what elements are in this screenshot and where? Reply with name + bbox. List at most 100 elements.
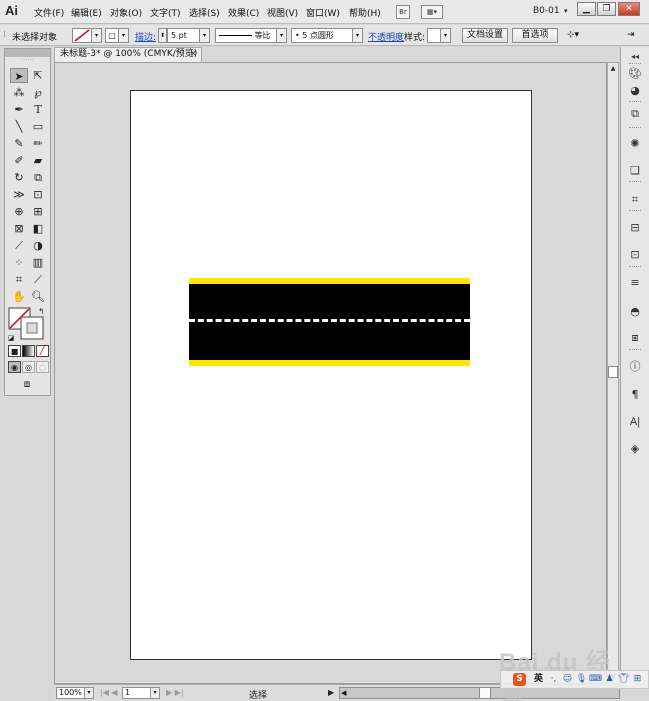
transparency-icon[interactable]: ⓘ [627,360,643,374]
menu-help[interactable]: 帮助(H) [349,6,381,19]
restore-button[interactable]: ❐ [597,2,616,16]
rectangle-tool-icon[interactable]: ▭ [29,119,47,134]
canvas[interactable] [54,62,607,684]
style-swatch[interactable] [427,28,441,43]
align-icon[interactable]: ⊡ [627,248,643,262]
road-center-dashed-line[interactable] [189,319,470,322]
symbol-sprayer-tool-icon[interactable]: ⁘ [10,255,28,270]
tools-panel-header[interactable] [5,49,50,57]
mesh-tool-icon[interactable]: ⊠ [10,221,28,236]
tools-panel-grip[interactable]: ······ [5,57,50,67]
artboard-number-field[interactable]: 1 [122,687,151,699]
arrange-documents-icon[interactable]: ▦▾ [421,5,443,19]
menu-type[interactable]: 文字(T) [150,6,181,19]
perspective-grid-tool-icon[interactable]: ⊞ [29,204,47,219]
swatches-icon[interactable]: ⧉ [627,107,643,121]
stroke-dropdown[interactable]: ▾ [118,28,129,43]
pencil-tool-icon[interactable]: ✏ [29,136,47,151]
lasso-tool-icon[interactable]: ℘ [29,85,47,100]
artboard-dropdown[interactable]: ▾ [150,687,160,699]
ime-language-toggle[interactable]: 英 [532,673,545,686]
menu-edit[interactable]: 编辑(E) [71,6,102,19]
blob-brush-tool-icon[interactable]: ✐ [10,153,28,168]
fill-swatch[interactable] [72,28,92,43]
brush-definition[interactable]: • 5 点圆形 [291,28,353,43]
gradient-panel-icon[interactable]: ⧆ [627,331,643,345]
panel-menu-icon[interactable]: ⇥ [627,30,635,40]
zoom-field[interactable]: 100% [56,687,85,699]
artboard-tool-icon[interactable]: ⌗ [10,272,28,287]
draw-inside-icon[interactable]: ◌ [36,361,49,373]
eyedropper-tool-icon[interactable]: ⟋ [10,238,28,253]
direct-selection-tool-icon[interactable]: ⇱ [29,68,47,83]
width-tool-icon[interactable]: ≫ [10,187,28,202]
scroll-up-icon[interactable]: ▲ [608,63,618,74]
menu-view[interactable]: 视图(V) [267,6,298,19]
stroke-icon[interactable]: ◓ [627,305,643,319]
magic-wand-tool-icon[interactable]: ⁂ [10,85,28,100]
stroke-swatch[interactable]: □ [105,28,119,43]
style-dropdown[interactable]: ▾ [440,28,451,43]
scale-tool-icon[interactable]: ⧉ [29,170,47,185]
menu-object[interactable]: 对象(O) [110,6,142,19]
fill-dropdown[interactable]: ▾ [91,28,102,43]
menu-file[interactable]: 文件(F) [34,6,64,19]
type-tool-icon[interactable]: T [29,102,47,117]
scroll-left-icon[interactable]: ◀ [341,688,346,698]
voice-icon[interactable]: 🎙︎ [575,673,588,686]
document-setup-button[interactable]: 文档设置 [462,28,508,43]
variable-width-profile[interactable]: 等比 [215,28,277,43]
skin-icon[interactable]: 👕︎ [617,673,630,686]
menu-effect[interactable]: 效果(C) [228,6,259,19]
zoom-dropdown[interactable]: ▾ [84,687,94,699]
eraser-tool-icon[interactable]: ▰ [29,153,47,168]
emoji-icon[interactable]: ☺ [561,673,574,686]
first-artboard-icon[interactable]: |◀ ◀ [100,688,118,697]
transform-options-icon[interactable]: ⊹▾ [567,30,579,40]
paintbrush-tool-icon[interactable]: ✎ [10,136,28,151]
pathfinder-icon[interactable]: ≡ [627,276,643,290]
gradient-mode-icon[interactable] [22,345,35,357]
close-button[interactable]: ✕ [618,2,640,16]
free-transform-tool-icon[interactable]: ⊡ [29,187,47,202]
keyboard-icon[interactable]: ⌨ [589,673,602,686]
draw-behind-icon[interactable]: ◎ [22,361,35,373]
horizontal-scroll-thumb[interactable] [479,688,491,698]
hand-tool-icon[interactable]: ✋ [10,289,28,304]
color-mode-icon[interactable]: ■ [8,345,21,357]
document-tab[interactable]: 未标题-3* @ 100% (CMYK/预览) × [54,47,202,62]
vertical-scroll-thumb[interactable] [608,366,618,378]
dock-collapse-icon[interactable]: ◂◂ [627,50,643,64]
default-colors-icon[interactable]: ◪ [6,331,16,346]
pen-tool-icon[interactable]: ✒ [10,102,28,117]
status-menu-icon[interactable]: ▶ [328,688,334,697]
toolbox-icon[interactable]: ⊞ [631,673,644,686]
menu-window[interactable]: 窗口(W) [306,6,340,19]
artboard[interactable] [130,90,532,660]
chevron-down-icon[interactable]: ▾ [564,7,568,15]
transform-icon[interactable]: ⊟ [627,221,643,235]
selection-tool-icon[interactable]: ➤ [10,68,28,83]
brushes-icon[interactable]: ✺ [627,137,643,151]
menu-select[interactable]: 选择(S) [189,6,220,19]
blend-tool-icon[interactable]: ◑ [29,238,47,253]
preferences-button[interactable]: 首选项 [512,28,558,43]
sogou-logo-icon[interactable]: S [513,673,526,686]
vertical-scrollbar[interactable]: ▲ ▼ [607,62,619,684]
punctuation-icon[interactable]: ·, [547,673,560,686]
layers-icon[interactable]: ◈ [627,442,643,456]
stroke-label[interactable]: 描边: [135,30,156,43]
next-artboard-icon[interactable]: ▶ ▶| [166,688,184,697]
profile-dropdown[interactable]: ▾ [276,28,287,43]
symbols-icon[interactable]: ❏ [627,164,643,178]
stroke-weight-stepper[interactable]: ⬍ [158,28,167,43]
bridge-button[interactable]: Br [396,5,410,19]
opacity-label[interactable]: 不透明度 [368,30,404,43]
road-graphic[interactable] [189,278,470,366]
gradient-tool-icon[interactable]: ◧ [29,221,47,236]
rotate-tool-icon[interactable]: ↻ [10,170,28,185]
graphic-styles-icon[interactable]: ⌗ [627,193,643,207]
stroke-weight-dropdown[interactable]: ▾ [199,28,210,43]
screen-mode-icon[interactable]: ⧈ [18,377,36,392]
user-icon[interactable]: ♟ [603,673,616,686]
